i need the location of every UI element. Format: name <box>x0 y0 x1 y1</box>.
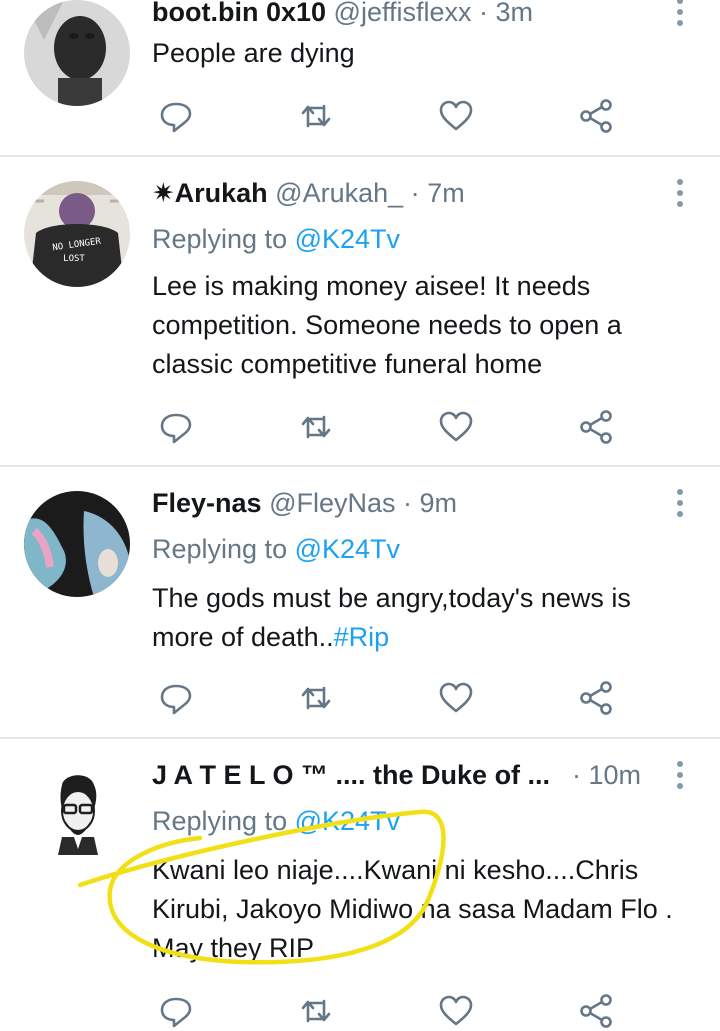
more-options-icon[interactable] <box>670 483 690 523</box>
tweet-header: boot.bin 0x10 @jeffisflexx · 3m <box>152 0 672 32</box>
retweet-icon[interactable] <box>296 991 336 1031</box>
retweet-icon[interactable] <box>296 407 336 447</box>
share-icon[interactable] <box>576 96 616 136</box>
tweet-header-time: · 10m <box>572 755 660 795</box>
tweet-text-body: The gods must be angry,today's news is m… <box>152 583 631 652</box>
mention-link[interactable]: @K24Tv <box>295 224 400 254</box>
tweet-header: ✷Arukah @Arukah_ · 7m <box>152 173 672 213</box>
retweet-icon[interactable] <box>296 96 336 136</box>
reply-icon[interactable] <box>156 678 196 718</box>
tweet-feed: boot.bin 0x10 @jeffisflexx · 3m People a… <box>0 0 720 1028</box>
separator-dot: · <box>479 0 489 27</box>
more-options-icon[interactable] <box>670 0 690 32</box>
tweet-text: Kwani leo niaje....Kwani ni kesho....Chr… <box>152 855 673 963</box>
replying-to-label: Replying to <box>152 224 288 254</box>
like-icon[interactable] <box>436 991 476 1031</box>
timestamp[interactable]: 9m <box>420 488 458 518</box>
replying-to-label: Replying to <box>152 806 288 836</box>
replying-to: Replying to @K24Tv <box>152 219 400 259</box>
avatar[interactable] <box>24 491 130 597</box>
tweet-text: Lee is making money aisee! It needs comp… <box>152 271 622 379</box>
replying-to-label: Replying to <box>152 534 288 564</box>
tweet[interactable]: NO LONGER LOST ✷Arukah @Arukah_ · 7m Rep… <box>0 157 720 467</box>
tweet-actions <box>152 991 632 1031</box>
shirt-text: LOST <box>63 254 85 264</box>
username[interactable]: @jeffisflexx <box>334 0 472 27</box>
reply-icon[interactable] <box>156 96 196 136</box>
username[interactable]: @FleyNas <box>269 488 395 518</box>
display-name[interactable]: ✷Arukah <box>152 178 268 208</box>
tweet-actions <box>152 96 632 136</box>
timestamp[interactable]: 3m <box>496 0 534 27</box>
separator-dot: · <box>410 178 420 208</box>
like-icon[interactable] <box>436 96 476 136</box>
tweet-text: The gods must be angry,today's news is m… <box>152 579 692 657</box>
mention-link[interactable]: @K24Tv <box>295 806 400 836</box>
username[interactable]: @Arukah_ <box>275 178 403 208</box>
retweet-icon[interactable] <box>296 678 336 718</box>
timestamp[interactable]: 10m <box>589 760 642 790</box>
tweet-header: Fley-nas @FleyNas · 9m <box>152 483 672 523</box>
tweet[interactable]: J A T E L O ™ .... the Duke of ... · 10m… <box>0 739 720 1028</box>
more-options-icon[interactable] <box>670 173 690 213</box>
mention-link[interactable]: @K24Tv <box>295 534 400 564</box>
replying-to: Replying to @K24Tv <box>152 529 400 569</box>
like-icon[interactable] <box>436 407 476 447</box>
more-options-icon[interactable] <box>670 755 690 795</box>
display-name[interactable]: J A T E L O ™ .... the Duke of ... <box>152 760 550 790</box>
share-icon[interactable] <box>576 991 616 1031</box>
display-name[interactable]: boot.bin 0x10 <box>152 0 326 27</box>
like-icon[interactable] <box>436 678 476 718</box>
reply-icon[interactable] <box>156 407 196 447</box>
timestamp[interactable]: 7m <box>427 178 465 208</box>
replying-to: Replying to @K24Tv <box>152 801 400 841</box>
share-icon[interactable] <box>576 407 616 447</box>
share-icon[interactable] <box>576 678 616 718</box>
separator-dot: · <box>572 760 581 790</box>
tweet[interactable]: boot.bin 0x10 @jeffisflexx · 3m People a… <box>0 0 720 156</box>
reply-icon[interactable] <box>156 991 196 1031</box>
tweet-actions <box>152 678 632 718</box>
hashtag-link[interactable]: #Rip <box>334 622 390 652</box>
tweet-header: J A T E L O ™ .... the Duke of ... <box>152 755 610 795</box>
tweet-text: People are dying <box>152 38 355 68</box>
tweet-actions <box>152 407 632 447</box>
separator-dot: · <box>403 488 413 518</box>
avatar[interactable]: NO LONGER LOST <box>24 181 130 287</box>
avatar[interactable] <box>24 0 130 106</box>
avatar[interactable] <box>24 763 130 869</box>
tweet[interactable]: Fley-nas @FleyNas · 9m Replying to @K24T… <box>0 467 720 737</box>
display-name[interactable]: Fley-nas <box>152 488 262 518</box>
